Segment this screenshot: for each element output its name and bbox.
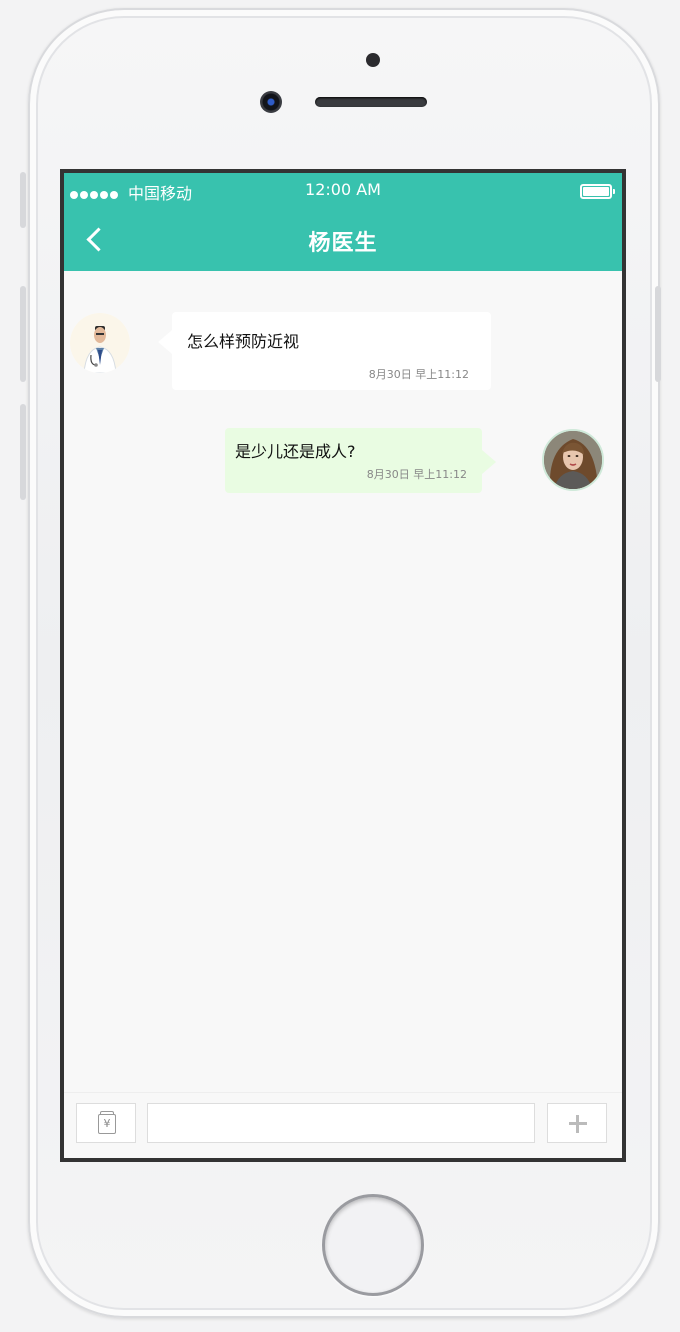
add-attachment-button[interactable] xyxy=(547,1103,607,1143)
doctor-message-bubble[interactable]: 怎么样预防近视 8月30日 早上11:12 xyxy=(158,312,491,390)
message-text: 怎么样预防近视 xyxy=(187,332,300,351)
proximity-sensor xyxy=(366,53,380,67)
home-button[interactable] xyxy=(322,1194,424,1296)
doctor-avatar[interactable] xyxy=(70,313,130,373)
message-text: 是少儿还是成人? xyxy=(235,442,356,461)
message-input[interactable] xyxy=(147,1103,535,1143)
user-avatar[interactable] xyxy=(542,429,604,491)
payment-button[interactable]: ¥ xyxy=(76,1103,136,1143)
front-camera xyxy=(260,91,282,113)
app-header: 中国移动 12:00 AM 杨医生 xyxy=(64,173,622,271)
power-button xyxy=(655,286,661,382)
input-bar: ¥ xyxy=(64,1092,622,1158)
plus-icon xyxy=(569,1115,587,1133)
mute-switch xyxy=(20,172,26,228)
volume-down-button xyxy=(20,404,26,500)
earpiece-speaker xyxy=(315,97,427,107)
volume-up-button xyxy=(20,286,26,382)
status-time: 12:00 AM xyxy=(305,180,381,199)
message-time: 8月30日 早上11:12 xyxy=(368,368,469,381)
message-time: 8月30日 早上11:12 xyxy=(366,468,467,481)
yen-icon: ¥ xyxy=(98,1111,116,1134)
page-title: 杨医生 xyxy=(308,231,378,256)
status-bar: 中国移动 12:00 AM xyxy=(64,179,622,203)
nav-bar: 杨医生 xyxy=(64,219,622,263)
user-message-bubble[interactable]: 是少儿还是成人? 8月30日 早上11:12 xyxy=(225,428,496,493)
battery-icon xyxy=(580,184,615,199)
phone-screen: 中国移动 12:00 AM 杨医生 怎么样预防近视 8月30日 早上11:12 … xyxy=(60,169,626,1162)
